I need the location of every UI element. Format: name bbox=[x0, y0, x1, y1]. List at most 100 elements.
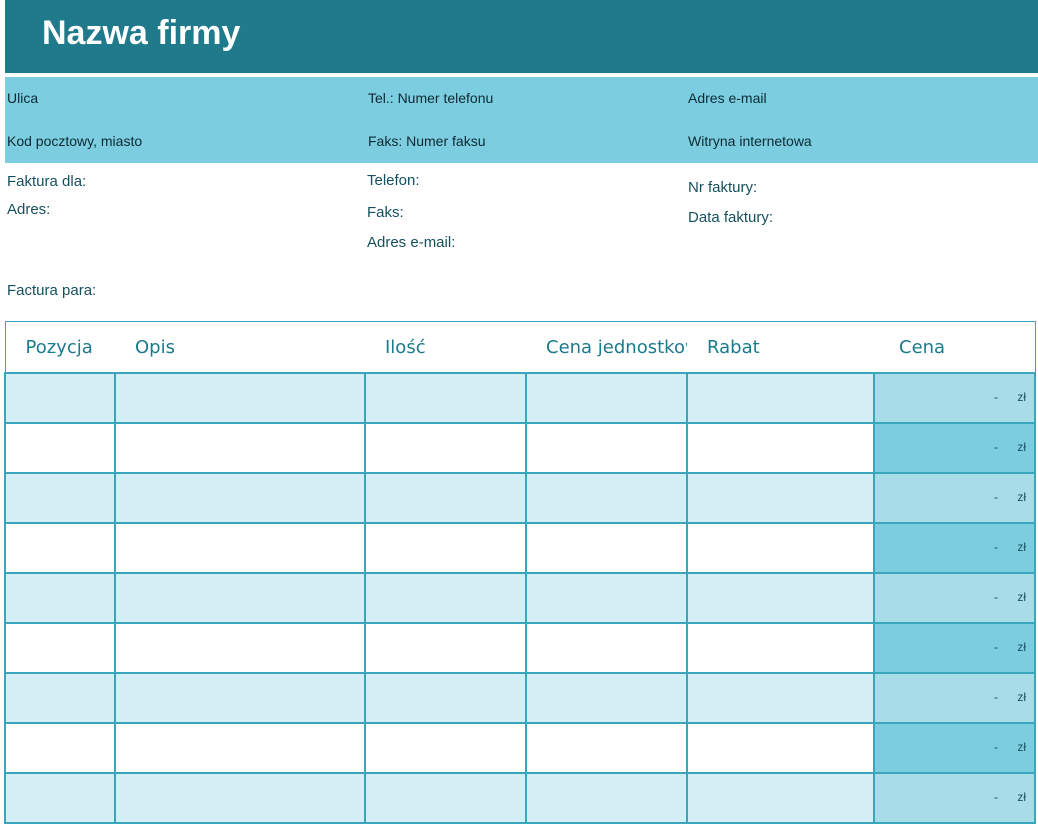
description-cell[interactable] bbox=[114, 772, 366, 824]
table-row: - zł bbox=[4, 622, 1036, 674]
unit-price-cell[interactable] bbox=[525, 572, 688, 624]
currency-label: zł bbox=[1017, 540, 1026, 554]
table-row: - zł bbox=[4, 522, 1036, 574]
table-row: - zł bbox=[4, 672, 1036, 724]
price-value: - bbox=[994, 790, 998, 804]
unit-price-cell[interactable] bbox=[525, 422, 688, 474]
column-header-description: Opis bbox=[115, 321, 365, 373]
fax-field[interactable]: Faks: Numer faksu bbox=[368, 133, 485, 149]
item-cell[interactable] bbox=[4, 672, 116, 724]
quantity-cell[interactable] bbox=[364, 622, 527, 674]
factura-para-label: Factura para: bbox=[7, 282, 97, 299]
postal-city-field[interactable]: Kod pocztowy, miasto bbox=[7, 133, 142, 149]
currency-label: zł bbox=[1017, 490, 1026, 504]
quantity-cell[interactable] bbox=[364, 372, 527, 424]
table-row: - zł bbox=[4, 572, 1036, 624]
item-cell[interactable] bbox=[4, 572, 116, 624]
column-header-unit-price: Cena jednostkowa bbox=[526, 321, 687, 373]
website-field[interactable]: Witryna internetowa bbox=[688, 133, 812, 149]
phone-field[interactable]: Tel.: Numer telefonu bbox=[368, 90, 493, 106]
discount-cell[interactable] bbox=[686, 722, 875, 774]
price-cell[interactable]: - zł bbox=[873, 422, 1036, 474]
item-cell[interactable] bbox=[4, 772, 116, 824]
description-cell[interactable] bbox=[114, 372, 366, 424]
discount-cell[interactable] bbox=[686, 372, 875, 424]
unit-price-cell[interactable] bbox=[525, 522, 688, 574]
address-label: Adres: bbox=[7, 201, 51, 218]
table-row: - zł bbox=[4, 772, 1036, 824]
item-cell[interactable] bbox=[4, 622, 116, 674]
company-name[interactable]: Nazwa firmy bbox=[42, 14, 240, 53]
price-value: - bbox=[994, 590, 998, 604]
discount-cell[interactable] bbox=[686, 772, 875, 824]
invoice-number-label: Nr faktury: bbox=[688, 179, 758, 196]
table-row: - zł bbox=[4, 422, 1036, 474]
currency-label: zł bbox=[1017, 590, 1026, 604]
item-cell[interactable] bbox=[4, 722, 116, 774]
price-cell[interactable]: - zł bbox=[873, 772, 1036, 824]
currency-label: zł bbox=[1017, 790, 1026, 804]
price-cell[interactable]: - zł bbox=[873, 522, 1036, 574]
table-header-row: Pozycja Opis Ilość Cena jednostkowa Raba… bbox=[4, 321, 1036, 373]
unit-price-cell[interactable] bbox=[525, 622, 688, 674]
quantity-cell[interactable] bbox=[364, 522, 527, 574]
price-cell[interactable]: - zł bbox=[873, 622, 1036, 674]
quantity-cell[interactable] bbox=[364, 672, 527, 724]
description-cell[interactable] bbox=[114, 672, 366, 724]
discount-cell[interactable] bbox=[686, 622, 875, 674]
client-fax-label: Faks: bbox=[367, 204, 404, 221]
description-cell[interactable] bbox=[114, 572, 366, 624]
invoice-for-label: Faktura dla: bbox=[7, 173, 87, 190]
client-email-label: Adres e-mail: bbox=[367, 234, 456, 251]
price-value: - bbox=[994, 440, 998, 454]
discount-cell[interactable] bbox=[686, 572, 875, 624]
discount-cell[interactable] bbox=[686, 422, 875, 474]
item-cell[interactable] bbox=[4, 422, 116, 474]
quantity-cell[interactable] bbox=[364, 722, 527, 774]
table-row: - zł bbox=[4, 722, 1036, 774]
price-cell[interactable]: - zł bbox=[873, 472, 1036, 524]
price-cell[interactable]: - zł bbox=[873, 722, 1036, 774]
currency-label: zł bbox=[1017, 690, 1026, 704]
street-field[interactable]: Ulica bbox=[7, 90, 38, 106]
description-cell[interactable] bbox=[114, 722, 366, 774]
unit-price-cell[interactable] bbox=[525, 672, 688, 724]
company-contact-bar: Ulica Kod pocztowy, miasto Tel.: Numer t… bbox=[5, 77, 1038, 163]
column-header-quantity: Ilość bbox=[365, 321, 526, 373]
price-cell[interactable]: - zł bbox=[873, 572, 1036, 624]
table-row: - zł bbox=[4, 372, 1036, 424]
unit-price-cell[interactable] bbox=[525, 722, 688, 774]
quantity-cell[interactable] bbox=[364, 772, 527, 824]
description-cell[interactable] bbox=[114, 622, 366, 674]
currency-label: zł bbox=[1017, 390, 1026, 404]
unit-price-cell[interactable] bbox=[525, 472, 688, 524]
item-cell[interactable] bbox=[4, 472, 116, 524]
quantity-cell[interactable] bbox=[364, 422, 527, 474]
unit-price-cell[interactable] bbox=[525, 772, 688, 824]
discount-cell[interactable] bbox=[686, 672, 875, 724]
company-header-bar: Nazwa firmy bbox=[5, 0, 1038, 73]
item-cell[interactable] bbox=[4, 372, 116, 424]
quantity-cell[interactable] bbox=[364, 472, 527, 524]
line-items-table: Pozycja Opis Ilość Cena jednostkowa Raba… bbox=[4, 321, 1036, 824]
column-header-item: Pozycja bbox=[4, 321, 115, 373]
quantity-cell[interactable] bbox=[364, 572, 527, 624]
price-value: - bbox=[994, 690, 998, 704]
currency-label: zł bbox=[1017, 440, 1026, 454]
currency-label: zł bbox=[1017, 740, 1026, 754]
price-value: - bbox=[994, 490, 998, 504]
unit-price-cell[interactable] bbox=[525, 372, 688, 424]
price-value: - bbox=[994, 640, 998, 654]
price-cell[interactable]: - zł bbox=[873, 672, 1036, 724]
column-header-discount: Rabat bbox=[687, 321, 874, 373]
price-cell[interactable]: - zł bbox=[873, 372, 1036, 424]
table-row: - zł bbox=[4, 472, 1036, 524]
email-field[interactable]: Adres e-mail bbox=[688, 90, 767, 106]
description-cell[interactable] bbox=[114, 422, 366, 474]
description-cell[interactable] bbox=[114, 472, 366, 524]
item-cell[interactable] bbox=[4, 522, 116, 574]
currency-label: zł bbox=[1017, 640, 1026, 654]
description-cell[interactable] bbox=[114, 522, 366, 574]
discount-cell[interactable] bbox=[686, 472, 875, 524]
discount-cell[interactable] bbox=[686, 522, 875, 574]
